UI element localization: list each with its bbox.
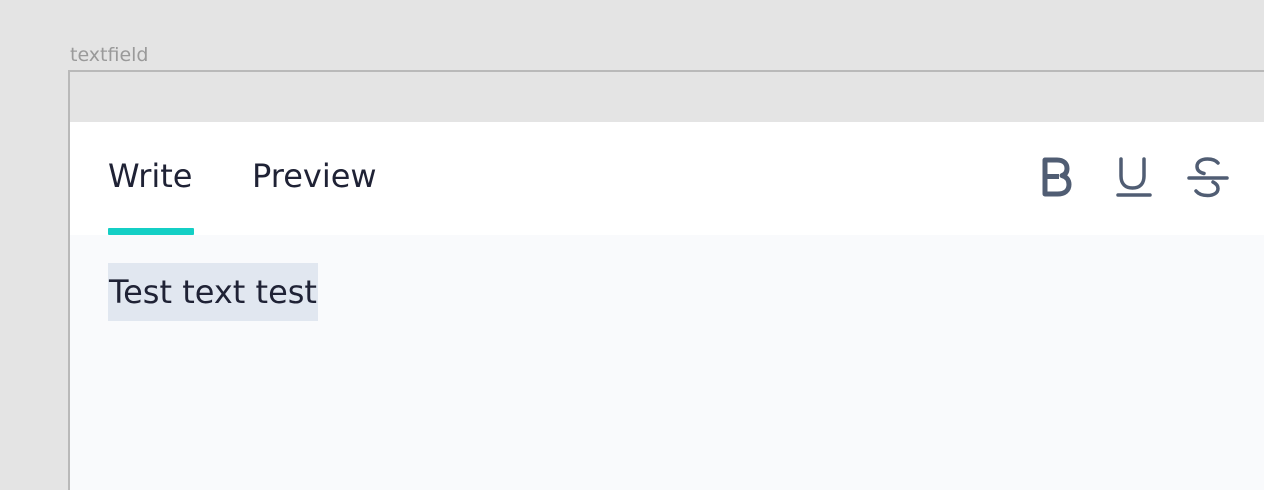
editor-toolbar: Write Preview (70, 122, 1264, 235)
active-tab-indicator (108, 228, 194, 235)
selected-text[interactable]: Test text test (108, 263, 318, 321)
tab-write[interactable]: Write (108, 156, 192, 196)
tab-preview[interactable]: Preview (252, 156, 377, 196)
editor-text-area[interactable]: Test text test (70, 235, 1264, 490)
frame-label: textfield (70, 44, 149, 66)
strikethrough-icon (1186, 152, 1230, 204)
underline-button[interactable] (1112, 152, 1156, 204)
strikethrough-button[interactable] (1186, 152, 1230, 204)
rich-text-editor: Write Preview Test text test (70, 122, 1264, 490)
bold-button[interactable] (1035, 152, 1079, 204)
bold-icon (1035, 152, 1079, 204)
underline-icon (1112, 152, 1156, 204)
